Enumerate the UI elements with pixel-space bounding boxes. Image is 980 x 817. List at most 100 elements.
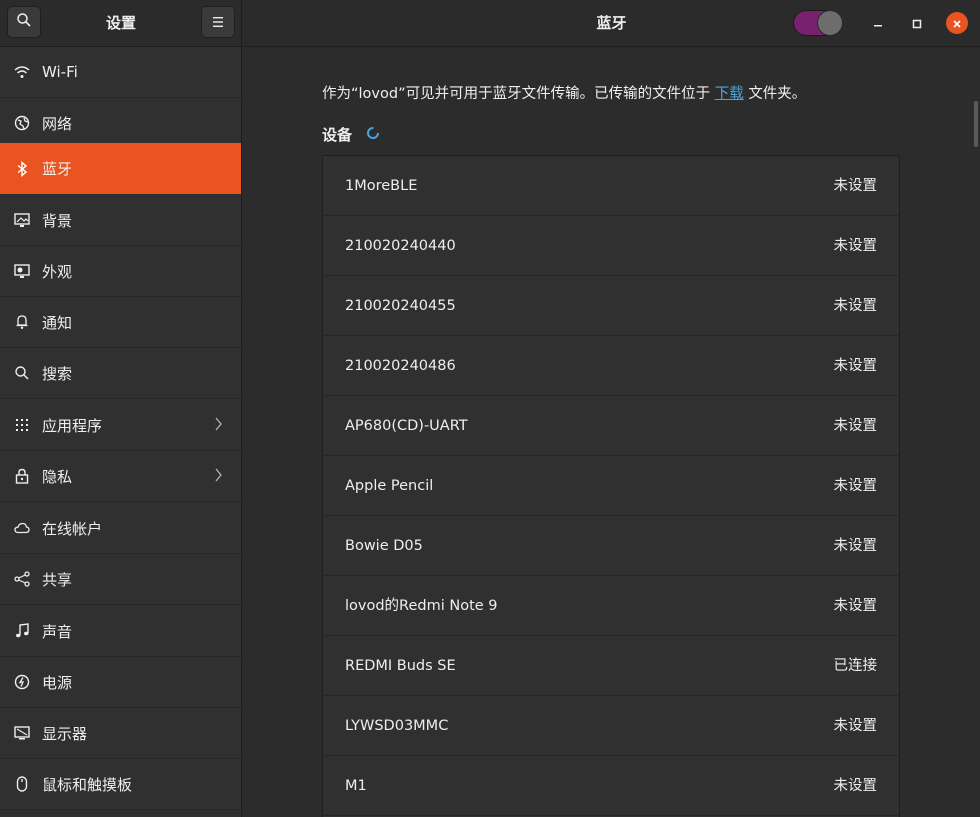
bluetooth-panel: 作为“lovod”可见并可用于蓝牙文件传输。已传输的文件位于 下载 文件夹。 设… (243, 47, 980, 817)
share-icon (14, 571, 30, 587)
search-button[interactable] (7, 6, 41, 38)
title-bar: 设置 蓝牙 (0, 0, 980, 47)
sidebar-item-background[interactable]: 背景 (0, 195, 241, 246)
device-name: 210020240455 (345, 298, 456, 314)
device-status: 未设置 (833, 358, 878, 374)
device-status: 未设置 (833, 478, 878, 494)
display-icon (14, 725, 30, 741)
sidebar-item-search[interactable]: 搜索 (0, 348, 241, 399)
hamburger-menu-icon (211, 13, 225, 32)
device-name: Apple Pencil (345, 478, 434, 494)
lock-icon (14, 468, 30, 484)
maximize-icon (912, 14, 922, 33)
menu-button[interactable] (201, 6, 235, 38)
device-status: 未设置 (833, 298, 878, 314)
sidebar-item-label: 声音 (42, 622, 73, 641)
bluetooth-icon (14, 160, 30, 177)
devices-heading-row: 设备 (322, 124, 380, 145)
sidebar-item-power[interactable]: 电源 (0, 657, 241, 708)
device-row[interactable]: Apple Pencil 未设置 (323, 456, 899, 516)
search-icon (14, 365, 30, 381)
chevron-right-icon (215, 468, 223, 486)
sidebar-item-label: 共享 (42, 570, 73, 589)
settings-sidebar: Wi-Fi 网络 蓝牙 背景 外观 通知 搜索 应用程序 隐私 在线帐户 共享 (0, 47, 242, 817)
device-name: 210020240440 (345, 238, 456, 254)
loading-spinner-icon (366, 126, 380, 144)
close-icon (952, 14, 962, 33)
sidebar-item-label: Wi-Fi (42, 63, 78, 81)
mouse-icon (14, 776, 30, 792)
device-status: 未设置 (833, 418, 878, 434)
intro-text-end: 文件夹。 (748, 86, 807, 102)
sidebar-item-displays[interactable]: 显示器 (0, 708, 241, 759)
sidebar-item-label: 通知 (42, 313, 73, 332)
device-row[interactable]: Bowie D05 未设置 (323, 516, 899, 576)
device-row[interactable]: 210020240455 未设置 (323, 276, 899, 336)
device-status: 未设置 (833, 538, 878, 554)
sidebar-item-label: 应用程序 (42, 416, 103, 435)
music-note-icon (14, 623, 30, 639)
devices-heading: 设备 (322, 126, 353, 144)
sidebar-title: 设置 (105, 14, 136, 32)
sidebar-item-privacy[interactable]: 隐私 (0, 451, 241, 502)
sidebar-header: 设置 (0, 0, 242, 47)
power-icon (14, 674, 30, 690)
sidebar-item-mouse-touchpad[interactable]: 鼠标和触摸板 (0, 759, 241, 810)
sidebar-item-bluetooth[interactable]: 蓝牙 (0, 143, 241, 194)
device-name: LYWSD03MMC (345, 718, 449, 734)
maximize-button[interactable] (906, 12, 928, 34)
downloads-link[interactable]: 下载 (715, 86, 744, 102)
appearance-icon (14, 263, 30, 279)
sidebar-item-label: 隐私 (42, 467, 73, 486)
sidebar-item-label: 外观 (42, 262, 73, 281)
sidebar-item-applications[interactable]: 应用程序 (0, 400, 241, 451)
sidebar-item-wifi[interactable]: Wi-Fi (0, 47, 241, 98)
scrollbar[interactable] (974, 101, 978, 147)
chevron-right-icon (215, 417, 223, 435)
sidebar-item-sound[interactable]: 声音 (0, 606, 241, 657)
device-row[interactable]: AP680(CD)-UART 未设置 (323, 396, 899, 456)
sidebar-item-label: 网络 (42, 114, 73, 133)
device-name: M1 (345, 778, 367, 794)
bluetooth-toggle[interactable] (793, 10, 843, 36)
device-name: AP680(CD)-UART (345, 418, 468, 434)
minimize-icon (873, 14, 883, 33)
sidebar-item-label: 显示器 (42, 724, 88, 743)
bell-icon (14, 314, 30, 330)
sidebar-item-notifications[interactable]: 通知 (0, 297, 241, 348)
sidebar-item-label: 电源 (42, 673, 73, 692)
device-status: 未设置 (833, 778, 878, 794)
sidebar-item-label: 背景 (42, 211, 73, 230)
device-row[interactable]: M1 未设置 (323, 756, 899, 816)
device-status: 未设置 (833, 238, 878, 254)
device-name: Bowie D05 (345, 538, 423, 554)
device-name: 210020240486 (345, 358, 456, 374)
close-button[interactable] (946, 12, 968, 34)
device-row[interactable]: 210020240440 未设置 (323, 216, 899, 276)
sidebar-item-online-accounts[interactable]: 在线帐户 (0, 503, 241, 554)
device-list: 1MoreBLE 未设置 210020240440 未设置 2100202404… (322, 155, 900, 817)
device-row[interactable]: LYWSD03MMC 未设置 (323, 696, 899, 756)
device-row[interactable]: 1MoreBLE 未设置 (323, 156, 899, 216)
sidebar-item-appearance[interactable]: 外观 (0, 246, 241, 297)
minimize-button[interactable] (867, 12, 889, 34)
sidebar-item-sharing[interactable]: 共享 (0, 554, 241, 605)
intro-text: 作为“lovod”可见并可用于蓝牙文件传输。已传输的文件位于 (322, 86, 711, 102)
visibility-description: 作为“lovod”可见并可用于蓝牙文件传输。已传输的文件位于 下载 文件夹。 (322, 82, 806, 103)
device-status: 未设置 (833, 718, 878, 734)
sidebar-item-network[interactable]: 网络 (0, 98, 241, 149)
toggle-knob (817, 10, 843, 36)
sidebar-item-label: 搜索 (42, 364, 73, 383)
background-icon (14, 212, 30, 228)
grid-icon (14, 417, 30, 433)
device-row[interactable]: REDMI Buds SE 已连接 (323, 636, 899, 696)
device-status: 已连接 (833, 658, 878, 674)
sidebar-item-label: 在线帐户 (42, 519, 103, 538)
cloud-icon (14, 520, 30, 536)
device-status: 未设置 (833, 178, 878, 194)
device-name: lovod的Redmi Note 9 (345, 598, 498, 614)
network-icon (14, 115, 30, 131)
device-name: REDMI Buds SE (345, 658, 456, 674)
device-row[interactable]: lovod的Redmi Note 9 未设置 (323, 576, 899, 636)
device-row[interactable]: 210020240486 未设置 (323, 336, 899, 396)
